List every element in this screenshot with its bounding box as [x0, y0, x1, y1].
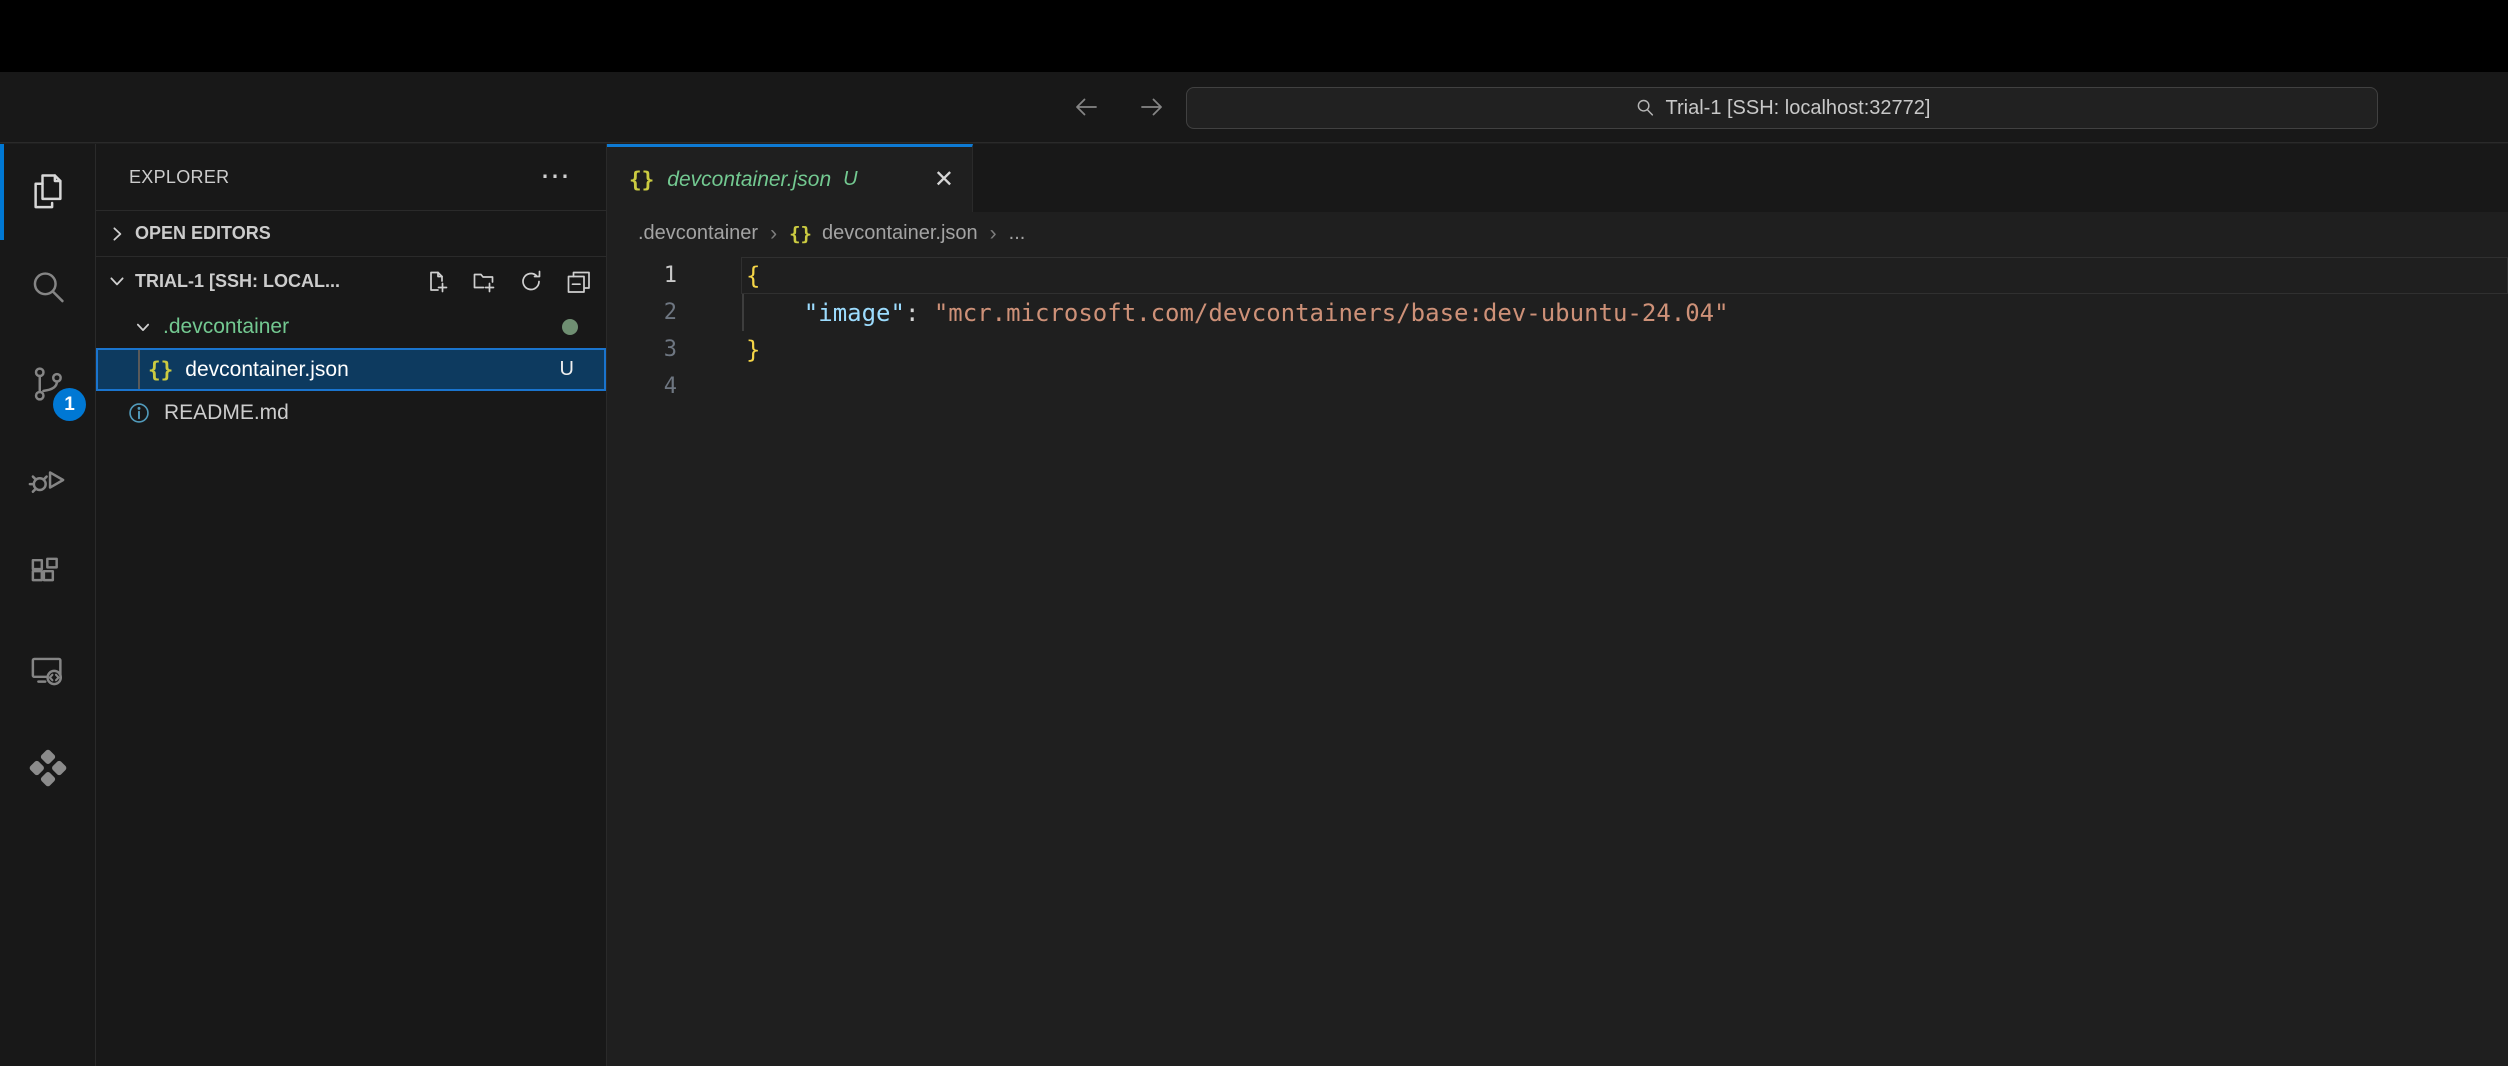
- tab-label: devcontainer.json: [667, 168, 831, 192]
- activity-item-source-control[interactable]: 1: [0, 336, 95, 432]
- more-actions-icon[interactable]: ⋯: [540, 172, 570, 182]
- files-icon: [26, 170, 70, 214]
- code-line-3: 3 }: [607, 331, 2508, 368]
- editor-group: {} devcontainer.json U ✕ .devcontainer ›…: [607, 144, 2508, 1066]
- workspace-section[interactable]: TRIAL-1 [SSH: LOCAL...: [96, 257, 606, 305]
- refresh-icon[interactable]: [517, 267, 545, 295]
- title-bar: Trial-1 [SSH: localhost:32772]: [0, 72, 2508, 143]
- chevron-right-icon: ›: [770, 222, 777, 246]
- command-center-label: Trial-1 [SSH: localhost:32772]: [1666, 97, 1931, 120]
- code-token: [746, 299, 804, 327]
- code-line-2: 2 "image": "mcr.microsoft.com/devcontain…: [607, 294, 2508, 331]
- code-token: }: [746, 336, 760, 364]
- breadcrumb-folder[interactable]: .devcontainer: [638, 222, 758, 245]
- activity-item-container-tools[interactable]: [0, 720, 95, 816]
- workspace-label: TRIAL-1 [SSH: LOCAL...: [135, 271, 340, 292]
- diamond-grid-icon: [26, 746, 70, 790]
- indent-guide: [742, 294, 744, 331]
- chevron-down-icon: [105, 269, 129, 293]
- activity-item-explorer[interactable]: [0, 144, 95, 240]
- menu-bar-strip: [0, 0, 2508, 72]
- code-token: {: [746, 262, 760, 290]
- activity-bar: 1: [0, 144, 96, 1066]
- tree-item-devcontainer-folder[interactable]: .devcontainer: [96, 305, 606, 348]
- code-token: "mcr.microsoft.com/devcontainers/base:de…: [934, 299, 1729, 327]
- tree-item-devcontainer-json[interactable]: {} devcontainer.json U: [96, 348, 606, 391]
- search-icon: [1634, 97, 1656, 119]
- close-icon[interactable]: ✕: [934, 165, 954, 194]
- line-number: 4: [607, 374, 677, 399]
- tree-item-readme[interactable]: README.md: [96, 391, 606, 434]
- source-control-badge: 1: [53, 388, 86, 421]
- explorer-sidebar: EXPLORER ⋯ OPEN EDITORS TRIAL-1 [SSH: LO…: [96, 144, 607, 1066]
- workbench: 1: [0, 144, 2508, 1066]
- search-icon: [26, 266, 70, 310]
- activity-item-run-debug[interactable]: [0, 432, 95, 528]
- breadcrumb: .devcontainer › {} devcontainer.json › .…: [607, 212, 2508, 255]
- json-file-icon: {}: [629, 168, 654, 192]
- sidebar-title: EXPLORER: [129, 167, 229, 188]
- code-line-4: 4: [607, 368, 2508, 405]
- line-number: 3: [607, 337, 677, 362]
- file-name: README.md: [164, 401, 289, 425]
- open-editors-section[interactable]: OPEN EDITORS: [96, 210, 606, 257]
- extensions-icon: [26, 554, 70, 598]
- tab-bar: {} devcontainer.json U ✕: [607, 144, 2508, 212]
- open-editors-label: OPEN EDITORS: [135, 223, 271, 244]
- json-file-icon: {}: [148, 358, 173, 382]
- chevron-right-icon: ›: [990, 222, 997, 246]
- file-name: devcontainer.json: [185, 358, 348, 382]
- code-token: :: [905, 299, 934, 327]
- sidebar-header: EXPLORER ⋯: [96, 144, 606, 210]
- collapse-all-icon[interactable]: [564, 267, 592, 295]
- code-token: "image": [804, 299, 905, 327]
- history-navigation: [1066, 72, 1172, 142]
- code-editor[interactable]: 1 { 2 "image": "mcr.microsoft.com/devcon…: [607, 257, 2508, 1066]
- breadcrumb-file[interactable]: devcontainer.json: [822, 222, 978, 245]
- debug-icon: [26, 458, 70, 502]
- chevron-right-icon: [105, 222, 129, 246]
- activity-item-remote-explorer[interactable]: [0, 624, 95, 720]
- forward-arrow-icon[interactable]: [1132, 89, 1172, 125]
- activity-item-extensions[interactable]: [0, 528, 95, 624]
- tab-git-badge: U: [843, 168, 857, 191]
- line-number: 1: [607, 263, 677, 288]
- explorer-toolbar: [423, 267, 592, 295]
- json-file-icon: {}: [789, 223, 812, 245]
- activity-item-search[interactable]: [0, 240, 95, 336]
- new-file-icon[interactable]: [423, 267, 451, 295]
- git-modified-dot: [562, 319, 578, 335]
- back-arrow-icon[interactable]: [1066, 89, 1106, 125]
- tree-indent-guide: [138, 350, 140, 389]
- chevron-down-icon: [132, 316, 154, 338]
- tab-devcontainer-json[interactable]: {} devcontainer.json U ✕: [607, 144, 973, 212]
- command-center-search[interactable]: Trial-1 [SSH: localhost:32772]: [1186, 87, 2378, 129]
- new-folder-icon[interactable]: [470, 267, 498, 295]
- git-untracked-badge: U: [560, 358, 574, 381]
- info-icon: [126, 400, 152, 426]
- remote-explorer-icon: [26, 650, 70, 694]
- folder-name: .devcontainer: [163, 315, 289, 339]
- vscode-window: Trial-1 [SSH: localhost:32772]: [0, 0, 2508, 1066]
- breadcrumb-symbol[interactable]: ...: [1009, 222, 1026, 245]
- line-number: 2: [607, 300, 677, 325]
- code-line-1: 1 {: [607, 257, 2508, 294]
